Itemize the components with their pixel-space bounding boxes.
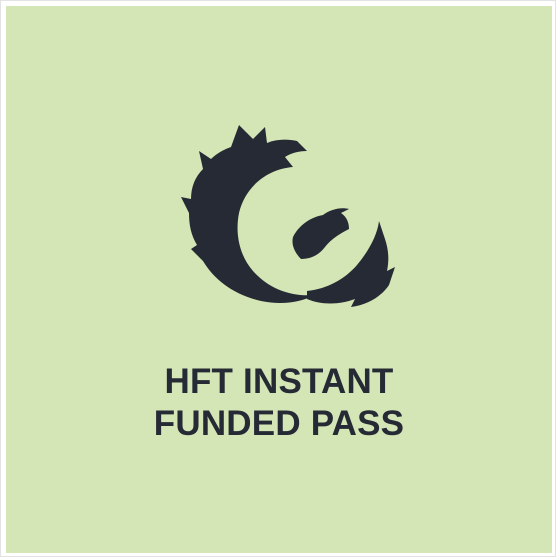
product-title: HFT INSTANT FUNDED PASS bbox=[1, 361, 556, 445]
image-frame: HFT INSTANT FUNDED PASS bbox=[0, 0, 556, 557]
title-line-1: HFT INSTANT bbox=[164, 362, 394, 401]
phoenix-icon bbox=[181, 125, 395, 307]
title-line-2: FUNDED PASS bbox=[153, 404, 405, 443]
